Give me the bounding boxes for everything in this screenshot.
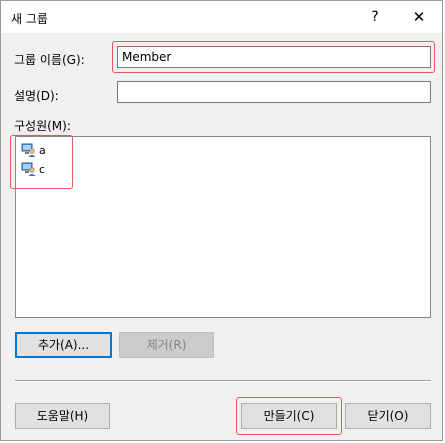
list-item[interactable]: a bbox=[21, 142, 46, 158]
remove-member-button[interactable]: 제거(R) bbox=[119, 332, 214, 358]
title-bar: 새 그룹 ? ✕ bbox=[1, 1, 442, 33]
separator bbox=[15, 380, 431, 382]
members-listbox[interactable]: a c bbox=[15, 136, 431, 318]
new-group-dialog: 새 그룹 ? ✕ 그룹 이름(G): Member 설명(D): 구성원(M):… bbox=[0, 0, 443, 441]
help-button[interactable]: 도움말(H) bbox=[15, 403, 110, 429]
user-account-icon bbox=[21, 143, 36, 157]
help-icon[interactable]: ? bbox=[353, 1, 397, 33]
close-button[interactable]: 닫기(O) bbox=[345, 403, 431, 429]
description-label: 설명(D): bbox=[14, 89, 59, 103]
user-account-icon bbox=[21, 162, 36, 176]
group-name-label: 그룹 이름(G): bbox=[14, 53, 85, 67]
members-label: 구성원(M): bbox=[14, 119, 71, 133]
group-name-input[interactable]: Member bbox=[117, 46, 431, 68]
member-name: a bbox=[39, 143, 46, 157]
description-input[interactable] bbox=[117, 81, 431, 103]
close-icon[interactable]: ✕ bbox=[397, 1, 441, 33]
create-button[interactable]: 만들기(C) bbox=[241, 403, 337, 429]
member-name: c bbox=[39, 162, 46, 176]
list-item[interactable]: c bbox=[21, 161, 45, 177]
dialog-title: 새 그룹 bbox=[11, 12, 48, 26]
add-member-button[interactable]: 추가(A)... bbox=[15, 332, 112, 358]
